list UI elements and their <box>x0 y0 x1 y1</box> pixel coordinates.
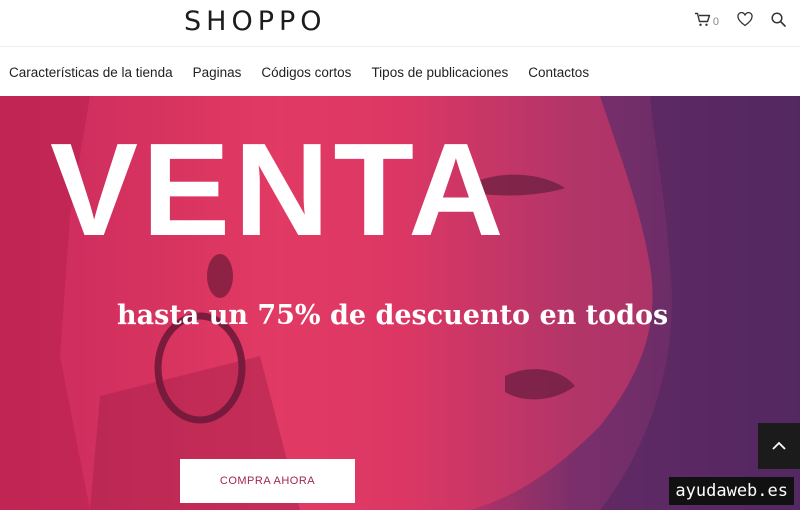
nav-item-store-features[interactable]: Características de la tienda <box>9 65 173 80</box>
wishlist-button[interactable] <box>737 12 753 32</box>
hero-banner: VENTA hasta un 75% de descuento en todos… <box>0 96 800 510</box>
shop-now-button[interactable]: COMPRA AHORA <box>180 459 355 503</box>
site-header: SHOPPO 0 <box>0 0 800 47</box>
search-button[interactable] <box>771 12 786 32</box>
heart-icon <box>737 12 753 32</box>
nav-item-contacts[interactable]: Contactos <box>528 65 589 80</box>
nav-item-post-types[interactable]: Tipos de publicaciones <box>371 65 508 80</box>
search-icon <box>771 12 786 32</box>
cart-button[interactable]: 0 <box>694 12 719 32</box>
site-logo[interactable]: SHOPPO <box>184 6 327 37</box>
watermark: ayudaweb.es <box>669 477 794 505</box>
chevron-up-icon <box>772 437 786 455</box>
nav-item-pages[interactable]: Paginas <box>193 65 242 80</box>
scroll-to-top-button[interactable] <box>758 423 800 469</box>
nav-item-shortcodes[interactable]: Códigos cortos <box>261 65 351 80</box>
main-navigation: Características de la tienda Paginas Cód… <box>0 48 800 96</box>
header-icons: 0 <box>694 12 786 32</box>
cart-icon <box>694 12 711 32</box>
cart-count: 0 <box>712 16 719 28</box>
hero-title: VENTA <box>50 116 508 263</box>
hero-subtitle: hasta un 75% de descuento en todos <box>117 300 669 331</box>
